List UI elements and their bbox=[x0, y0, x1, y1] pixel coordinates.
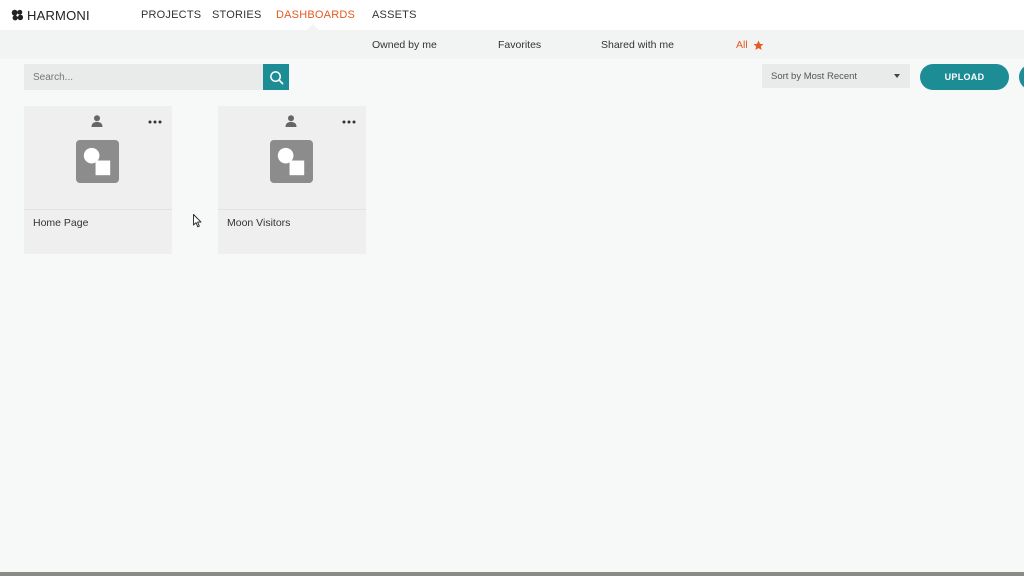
search-input[interactable] bbox=[24, 64, 263, 90]
harmoni-flower-icon bbox=[11, 9, 24, 20]
search-bar bbox=[24, 64, 289, 90]
mouse-cursor-icon bbox=[193, 214, 202, 228]
app-logo[interactable]: HARMONI bbox=[11, 7, 90, 23]
sort-dropdown-value: Sort by Most Recent bbox=[771, 70, 858, 82]
filter-all[interactable]: All bbox=[736, 39, 764, 51]
nav-item-assets[interactable]: ASSETS bbox=[372, 9, 417, 21]
dashboard-placeholder-icon bbox=[76, 140, 119, 183]
filter-owned-by-me[interactable]: Owned by me bbox=[372, 39, 437, 51]
create-button[interactable] bbox=[1019, 64, 1024, 90]
chevron-down-icon bbox=[894, 74, 900, 78]
user-icon bbox=[91, 115, 103, 127]
star-icon bbox=[753, 40, 764, 50]
more-options-icon[interactable] bbox=[148, 120, 162, 124]
dashboard-card[interactable]: Moon Visitors bbox=[218, 106, 366, 254]
search-icon bbox=[269, 70, 283, 84]
card-title: Moon Visitors bbox=[227, 217, 291, 229]
card-thumbnail bbox=[218, 106, 366, 210]
user-icon bbox=[285, 115, 297, 127]
filter-shared-with-me[interactable]: Shared with me bbox=[601, 39, 674, 51]
more-options-icon[interactable] bbox=[342, 120, 356, 124]
card-thumbnail bbox=[24, 106, 172, 210]
filter-favorites[interactable]: Favorites bbox=[498, 39, 541, 51]
sort-dropdown[interactable]: Sort by Most Recent bbox=[762, 64, 910, 88]
nav-item-projects[interactable]: PROJECTS bbox=[141, 9, 201, 21]
window-bottom-edge bbox=[0, 572, 1024, 576]
dashboard-card[interactable]: Home Page bbox=[24, 106, 172, 254]
nav-item-dashboards[interactable]: DASHBOARDS bbox=[276, 9, 355, 21]
card-title: Home Page bbox=[33, 217, 89, 229]
filter-all-label: All bbox=[736, 39, 748, 51]
top-navigation-bar: HARMONI PROJECTS STORIES DASHBOARDS ASSE… bbox=[0, 0, 1024, 30]
search-button[interactable] bbox=[263, 64, 289, 90]
app-brand-name: HARMONI bbox=[27, 7, 90, 23]
nav-item-stories[interactable]: STORIES bbox=[212, 9, 262, 21]
dashboard-placeholder-icon bbox=[270, 140, 313, 183]
upload-button[interactable]: UPLOAD bbox=[920, 64, 1009, 90]
dashboard-filter-bar: Owned by me Favorites Shared with me All bbox=[0, 30, 1024, 59]
